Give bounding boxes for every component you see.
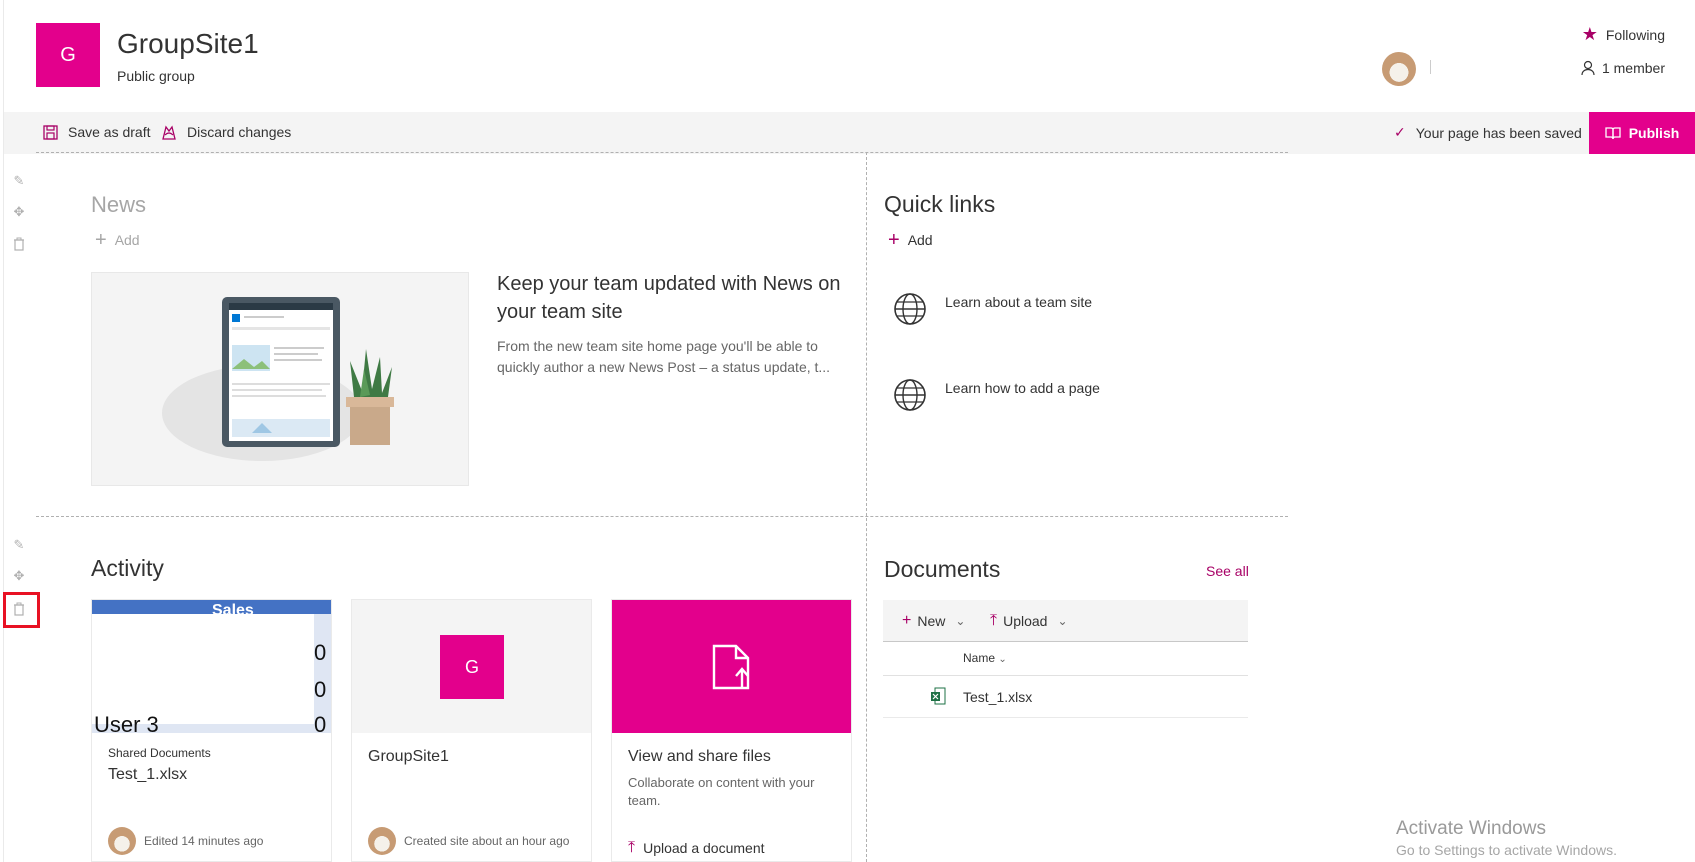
publish-button[interactable]: Publish	[1589, 112, 1695, 154]
discard-label: Discard changes	[187, 124, 292, 140]
card-title: View and share files	[628, 748, 771, 765]
plus-icon: +	[95, 229, 107, 251]
site-logo[interactable]: G	[36, 23, 100, 87]
see-all-link[interactable]: See all	[1206, 563, 1249, 579]
book-icon	[1605, 127, 1621, 140]
activity-card[interactable]: G GroupSite1 Created site about an hour …	[351, 599, 592, 862]
upload-document-link[interactable]: ⤒ Upload a document	[628, 839, 765, 857]
member-separator	[1430, 60, 1431, 74]
section-border	[36, 152, 1288, 153]
save-icon	[43, 124, 58, 140]
site-logo-letter: G	[464, 656, 479, 677]
plus-icon: +	[888, 229, 900, 251]
chevron-down-icon: ⌄	[955, 614, 966, 628]
file-preview-thumbnail: Sales 0 0 User 3 0	[92, 600, 331, 733]
save-draft-button[interactable]: Save as draft	[43, 124, 151, 140]
edit-section-icon[interactable]: ✎	[10, 536, 28, 554]
quick-link-item[interactable]: Learn about a team site	[893, 292, 1092, 326]
members-button[interactable]: 1 member	[1580, 60, 1665, 76]
upload-document-label: Upload a document	[643, 840, 765, 856]
member-count: 1 member	[1601, 60, 1665, 76]
upload-icon: ⤒	[628, 839, 636, 856]
card-title: GroupSite1	[368, 748, 449, 765]
globe-icon	[894, 293, 926, 325]
plus-icon: +	[902, 612, 912, 629]
column-divider	[866, 152, 867, 862]
site-logo: G	[440, 635, 504, 699]
preview-text: 0	[314, 640, 327, 665]
following-label: Following	[1605, 26, 1665, 43]
news-title: News	[91, 192, 147, 217]
quick-link-item[interactable]: Learn how to add a page	[893, 378, 1100, 412]
avatar	[108, 827, 136, 855]
news-illustration	[91, 272, 469, 486]
checkmark-icon: ✓	[1394, 124, 1406, 140]
delete-section-icon[interactable]	[10, 235, 28, 253]
activation-watermark-title: Activate Windows	[1396, 818, 1546, 839]
card-footer-text: Edited 14 minutes ago	[144, 834, 264, 848]
edit-section-icon[interactable]: ✎	[10, 172, 28, 190]
move-section-icon[interactable]: ✥	[10, 567, 28, 585]
documents-title: Documents	[884, 556, 1001, 582]
section-border	[36, 516, 1288, 517]
news-add-button[interactable]: + Add	[95, 229, 140, 251]
card-library: Shared Documents	[108, 746, 211, 760]
quick-links-add-label: Add	[907, 232, 933, 248]
move-section-icon[interactable]: ✥	[10, 203, 28, 221]
excel-file-icon	[931, 687, 946, 705]
star-icon: ★	[1581, 24, 1598, 44]
card-footer-text: Created site about an hour ago	[404, 834, 570, 848]
chevron-down-icon: ⌄	[998, 654, 1007, 665]
activation-watermark-subtitle: Go to Settings to activate Windows.	[1396, 842, 1617, 858]
person-icon	[1581, 60, 1595, 76]
documents-row-divider	[883, 717, 1248, 718]
card-description: Collaborate on content with your team.	[628, 775, 815, 808]
quick-link-label: Learn how to add a page	[945, 380, 1100, 396]
globe-icon	[894, 379, 926, 411]
quick-links-title: Quick links	[884, 191, 996, 217]
document-row-name[interactable]: Test_1.xlsx	[963, 689, 1032, 705]
activity-card[interactable]: Sales 0 0 User 3 0 Shared Documents Test…	[91, 599, 332, 862]
upload-icon: ⤒	[990, 612, 998, 629]
new-document-button[interactable]: + New ⌄	[902, 612, 965, 630]
news-headline[interactable]: Keep your team updated with News on your…	[497, 270, 857, 326]
preview-text: User 3	[94, 712, 159, 733]
news-add-label: Add	[114, 232, 140, 248]
avatar[interactable]	[1382, 52, 1416, 86]
site-logo-letter: G	[60, 43, 76, 66]
upload-button[interactable]: ⤒ Upload ⌄	[990, 612, 1068, 630]
discard-changes-button[interactable]: Discard changes	[161, 124, 291, 140]
site-thumbnail: G	[352, 600, 591, 733]
column-header-name[interactable]: Name ⌄	[963, 651, 1007, 665]
activity-title: Activity	[91, 555, 164, 581]
avatar	[368, 827, 396, 855]
discard-icon	[162, 125, 176, 140]
upload-label: Upload	[1003, 613, 1048, 629]
saved-status: ✓ Your page has been saved	[1394, 124, 1582, 141]
saved-status-label: Your page has been saved	[1415, 124, 1582, 141]
preview-text: 0	[314, 677, 327, 702]
quick-link-label: Learn about a team site	[945, 294, 1093, 310]
activity-card[interactable]: View and share files Collaborate on cont…	[611, 599, 852, 862]
quick-links-add-button[interactable]: + Add	[888, 229, 933, 251]
new-label: New	[917, 613, 946, 629]
column-name-label: Name	[963, 651, 996, 665]
documents-header-divider	[883, 675, 1248, 676]
publish-label: Publish	[1628, 125, 1680, 141]
chevron-down-icon: ⌄	[1057, 614, 1068, 628]
file-upload-icon	[712, 644, 750, 690]
following-button[interactable]: ★ Following	[1582, 24, 1665, 45]
preview-text: 0	[314, 712, 327, 733]
site-title[interactable]: GroupSite1	[117, 28, 259, 60]
upload-thumbnail	[612, 600, 851, 733]
card-title: Test_1.xlsx	[108, 766, 188, 783]
news-description: From the new team site home page you'll …	[497, 338, 831, 375]
delete-section-highlight	[3, 592, 40, 628]
save-draft-label: Save as draft	[68, 124, 151, 140]
site-subtitle: Public group	[117, 68, 195, 84]
